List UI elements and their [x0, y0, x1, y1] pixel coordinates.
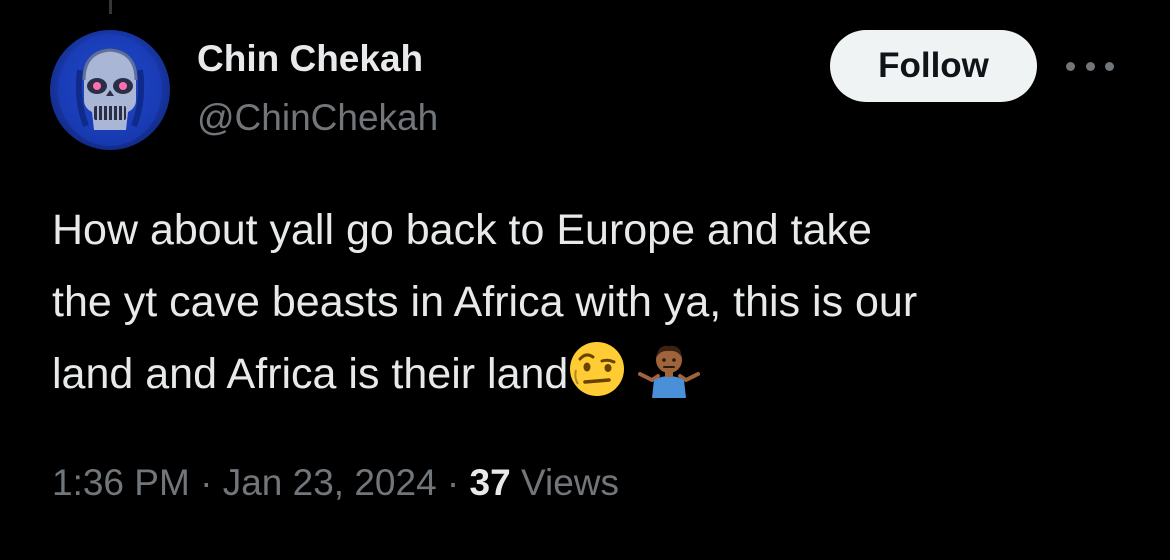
tweet-time[interactable]: 1:36 PM	[52, 462, 190, 503]
separator: ·	[436, 462, 470, 503]
tweet-meta: 1:36 PM · Jan 23, 2024 · 37 Views	[52, 462, 619, 504]
raised-eyebrow-face-icon	[568, 340, 626, 420]
more-dots-icon[interactable]	[1066, 52, 1114, 80]
tweet-date[interactable]: Jan 23, 2024	[223, 462, 437, 503]
tweet-line: the yt cave beasts in Africa with ya, th…	[52, 278, 918, 326]
separator: ·	[189, 462, 223, 503]
author-handle[interactable]: @ChinChekah	[197, 97, 438, 139]
tweet-line: How about yall go back to Europe and tak…	[52, 206, 872, 254]
tweet-line: land and Africa is their land	[52, 350, 569, 398]
views-label[interactable]: Views	[511, 462, 619, 503]
avatar[interactable]	[50, 30, 170, 150]
tweet-text: How about yall go back to Europe and tak…	[52, 194, 1142, 420]
dot	[1085, 61, 1095, 71]
views-count[interactable]: 37	[470, 462, 511, 503]
dot	[1066, 61, 1075, 71]
skull-avatar-icon	[58, 34, 162, 146]
thread-connector-line	[109, 0, 112, 14]
follow-button[interactable]: Follow	[830, 30, 1037, 102]
author-display-name[interactable]: Chin Chekah	[197, 38, 423, 80]
person-shrugging-icon	[638, 340, 701, 420]
dot	[1105, 61, 1114, 71]
tweet-line-with-emojis: land and Africa is their land	[52, 338, 1142, 420]
